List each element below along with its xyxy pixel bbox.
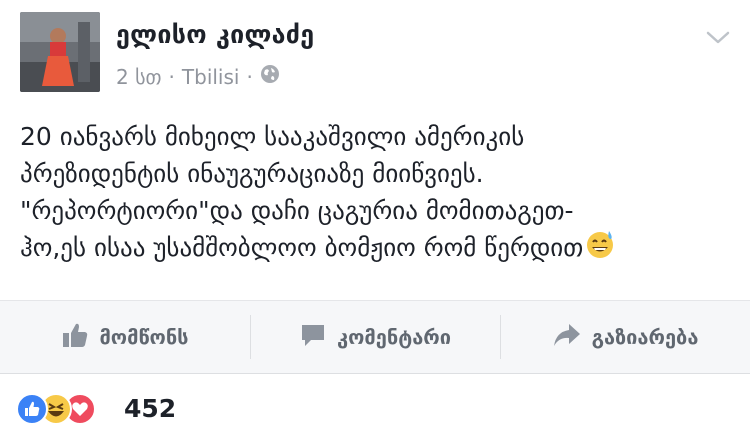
chevron-down-icon[interactable] bbox=[706, 30, 730, 46]
post-text-line: ჰო,ეს ისაა უსამშობლოო ბომჟიო რომ წერდით bbox=[20, 233, 584, 262]
comment-button[interactable]: კომენტარი bbox=[250, 301, 500, 373]
post-text-line: "რეპორტიორი"და დაჩი ცაგურია მომითაგეთ- bbox=[20, 196, 574, 225]
share-icon bbox=[552, 321, 582, 354]
post-text-line-last: ჰო,ეს ისაა უსამშობლოო ბომჟიო რომ წერდით bbox=[20, 229, 740, 269]
like-reaction-icon bbox=[16, 393, 48, 425]
meta-separator: · bbox=[168, 64, 175, 89]
comment-label: კომენტარი bbox=[336, 325, 452, 349]
like-button[interactable]: მომწონს bbox=[0, 301, 250, 373]
sweat-smile-emoji bbox=[585, 229, 615, 269]
post-text: 20 იანვარს მიხეილ სააკაშვილი ამერიკის პრ… bbox=[20, 118, 740, 269]
thumbs-up-icon bbox=[61, 321, 89, 354]
post-meta: 2 სთ · Tbilisi · bbox=[116, 64, 280, 89]
reaction-icons[interactable] bbox=[16, 393, 96, 425]
share-button[interactable]: გაზიარება bbox=[500, 301, 750, 373]
like-label: მომწონს bbox=[99, 325, 189, 349]
post-text-line: 20 იანვარს მიხეილ სააკაშვილი ამერიკის bbox=[20, 122, 525, 151]
reactions-bar bbox=[0, 374, 750, 436]
author-name[interactable]: ელისო კილაძე bbox=[116, 20, 314, 49]
meta-separator: · bbox=[246, 64, 253, 89]
post-time[interactable]: 2 სთ bbox=[116, 65, 162, 89]
post-card: ელისო კილაძე 2 სთ · Tbilisi · 20 იანვარს… bbox=[0, 0, 750, 300]
post-text-line: პრეზიდენტის ინაუგურაციაზე მიიწვიეს. bbox=[20, 159, 484, 188]
comment-icon bbox=[299, 321, 327, 354]
post-location[interactable]: Tbilisi bbox=[182, 65, 240, 89]
share-label: გაზიარება bbox=[591, 325, 699, 349]
globe-icon bbox=[260, 64, 280, 89]
avatar[interactable] bbox=[20, 12, 100, 92]
action-bar: მომწონს კომენტარი გაზიარება bbox=[0, 300, 750, 374]
reaction-count[interactable]: 452 bbox=[124, 393, 176, 425]
